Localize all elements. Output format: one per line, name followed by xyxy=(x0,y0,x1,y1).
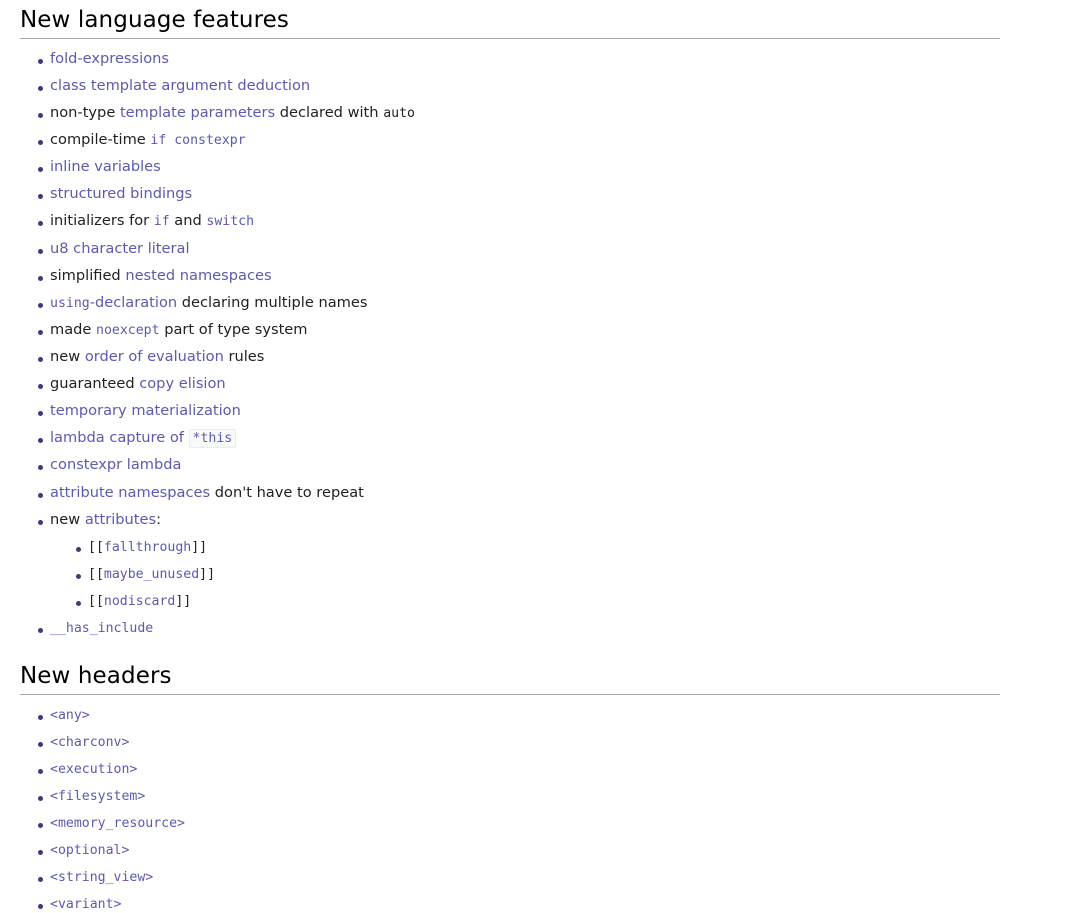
list-item[interactable]: attribute namespaces don't have to repea… xyxy=(38,483,1085,502)
list-item[interactable]: made noexcept part of type system xyxy=(38,320,1085,339)
link-header-any[interactable]: <any> xyxy=(50,708,90,723)
list-item[interactable]: new order of evaluation rules xyxy=(38,347,1085,366)
code-star-this: *this xyxy=(188,429,237,449)
list-item[interactable]: <charconv> xyxy=(38,734,1085,751)
content-body: New language features fold-expressions c… xyxy=(0,0,1085,913)
headers-list: <any> <charconv> <execution> <filesystem… xyxy=(0,707,1085,913)
text-compile-time: compile-time xyxy=(50,131,151,149)
link-header-string-view[interactable]: <string_view> xyxy=(50,870,153,885)
link-lambda-capture-of[interactable]: lambda capture of xyxy=(50,429,189,446)
list-item[interactable]: constexpr lambda xyxy=(38,456,1085,474)
text-initializers-for: initializers for xyxy=(50,212,154,230)
list-item[interactable]: using-declaration declaring multiple nam… xyxy=(38,293,1085,312)
list-item[interactable]: [[nodiscard]] xyxy=(76,593,1085,610)
list-item[interactable]: lambda capture of *this xyxy=(38,429,1085,449)
language-features-secondary-list: guaranteed copy elision temporary materi… xyxy=(0,375,1085,637)
list-item[interactable]: <any> xyxy=(38,707,1085,724)
bracket-close-maybe-unused: ]] xyxy=(199,566,216,582)
link-header-filesystem[interactable]: <filesystem> xyxy=(50,789,145,804)
link-header-charconv[interactable]: <charconv> xyxy=(50,735,129,750)
link-switch[interactable]: switch xyxy=(206,214,254,229)
link-noexcept[interactable]: noexcept xyxy=(96,323,160,338)
bracket-close-fallthrough: ]] xyxy=(191,539,208,555)
list-item[interactable]: simplified nested namespaces xyxy=(38,266,1085,285)
link-nodiscard[interactable]: nodiscard xyxy=(104,594,175,609)
list-item[interactable]: <optional> xyxy=(38,842,1085,859)
section-new-language-features: New language features xyxy=(0,0,1085,39)
link-inline-variables[interactable]: inline variables xyxy=(50,158,161,175)
list-item[interactable]: <variant> xyxy=(38,896,1085,913)
link-header-optional[interactable]: <optional> xyxy=(50,843,129,858)
link-class-template-argument-deduction[interactable]: class template argument deduction xyxy=(50,77,310,94)
language-features-primary-list: fold-expressions class template argument… xyxy=(0,50,1085,366)
list-item[interactable]: [[fallthrough]] xyxy=(76,539,1085,556)
link-maybe-unused[interactable]: maybe_unused xyxy=(104,567,199,582)
text-dont-have-to-repeat: don't have to repeat xyxy=(210,483,364,501)
link-declaration-suffix[interactable]: -declaration xyxy=(90,294,177,311)
link-has-include[interactable]: __has_include xyxy=(50,621,153,636)
link-fold-expressions[interactable]: fold-expressions xyxy=(50,50,169,67)
link-header-memory-resource[interactable]: <memory_resource> xyxy=(50,816,185,831)
list-item[interactable]: <memory_resource> xyxy=(38,815,1085,832)
text-guaranteed: guaranteed xyxy=(50,375,140,393)
heading-divider xyxy=(20,37,1000,39)
heading-divider-headers xyxy=(20,693,1000,695)
link-if-constexpr[interactable]: if constexpr xyxy=(150,133,245,148)
list-item[interactable]: structured bindings xyxy=(38,185,1085,203)
list-item[interactable]: fold-expressions xyxy=(38,50,1085,68)
link-template-parameters[interactable]: template parameters xyxy=(120,104,275,121)
text-colon: : xyxy=(156,510,161,528)
link-header-execution[interactable]: <execution> xyxy=(50,762,137,777)
link-temporary-materialization[interactable]: temporary materialization xyxy=(50,402,241,419)
text-part-of-type-system: part of type system xyxy=(159,320,308,338)
list-item[interactable]: temporary materialization xyxy=(38,402,1085,420)
code-auto: auto xyxy=(383,105,415,121)
list-item[interactable]: compile-time if constexpr xyxy=(38,131,1085,149)
link-nested-namespaces[interactable]: nested namespaces xyxy=(125,267,271,284)
bracket-open-maybe-unused: [[ xyxy=(88,566,104,582)
list-item[interactable]: inline variables xyxy=(38,158,1085,176)
page-title: New language features xyxy=(20,7,289,33)
text-non-type: non-type xyxy=(50,103,120,121)
list-item[interactable]: initializers for if and switch xyxy=(38,212,1085,230)
page-title-headers: New headers xyxy=(20,662,172,689)
list-item[interactable]: guaranteed copy elision xyxy=(38,375,1085,393)
list-item[interactable]: u8 character literal xyxy=(38,240,1085,258)
text-new-prefix: new xyxy=(50,510,85,528)
list-item[interactable]: new attributes: [[fallthrough]] [[maybe_… xyxy=(38,510,1085,610)
link-structured-bindings[interactable]: structured bindings xyxy=(50,185,192,202)
link-u8-character-literal[interactable]: u8 character literal xyxy=(50,240,190,257)
section-new-headers: New headers xyxy=(0,656,1085,695)
list-item[interactable]: __has_include xyxy=(38,620,1085,637)
list-item[interactable]: class template argument deduction xyxy=(38,77,1085,95)
link-using-keyword[interactable]: using xyxy=(50,296,90,311)
text-simplified: simplified xyxy=(50,266,126,284)
text-rules: rules xyxy=(223,347,265,365)
list-item[interactable]: [[maybe_unused]] xyxy=(76,566,1085,583)
bracket-open-nodiscard: [[ xyxy=(88,593,104,609)
text-and: and xyxy=(169,212,207,230)
list-item[interactable]: <execution> xyxy=(38,761,1085,778)
text-declared-with: declared with xyxy=(275,103,384,121)
link-attribute-namespaces[interactable]: attribute namespaces xyxy=(50,484,210,501)
link-attributes[interactable]: attributes xyxy=(85,511,156,528)
bracket-open-fallthrough: [[ xyxy=(88,539,104,555)
link-if[interactable]: if xyxy=(154,214,170,229)
link-header-variant[interactable]: <variant> xyxy=(50,897,121,912)
bracket-close-nodiscard: ]] xyxy=(175,593,192,609)
list-item[interactable]: <filesystem> xyxy=(38,788,1085,805)
text-made: made xyxy=(50,320,97,338)
list-item[interactable]: non-type template parameters declared wi… xyxy=(38,103,1085,122)
text-declaring-multiple-names: declaring multiple names xyxy=(177,293,368,311)
link-copy-elision[interactable]: copy elision xyxy=(139,375,225,392)
attributes-sub-list: [[fallthrough]] [[maybe_unused]] [[nodis… xyxy=(50,539,1085,610)
link-fallthrough[interactable]: fallthrough xyxy=(104,540,191,555)
link-constexpr-lambda[interactable]: constexpr lambda xyxy=(50,456,181,473)
text-new: new xyxy=(50,347,85,365)
link-order-of-evaluation[interactable]: order of evaluation xyxy=(85,348,224,365)
